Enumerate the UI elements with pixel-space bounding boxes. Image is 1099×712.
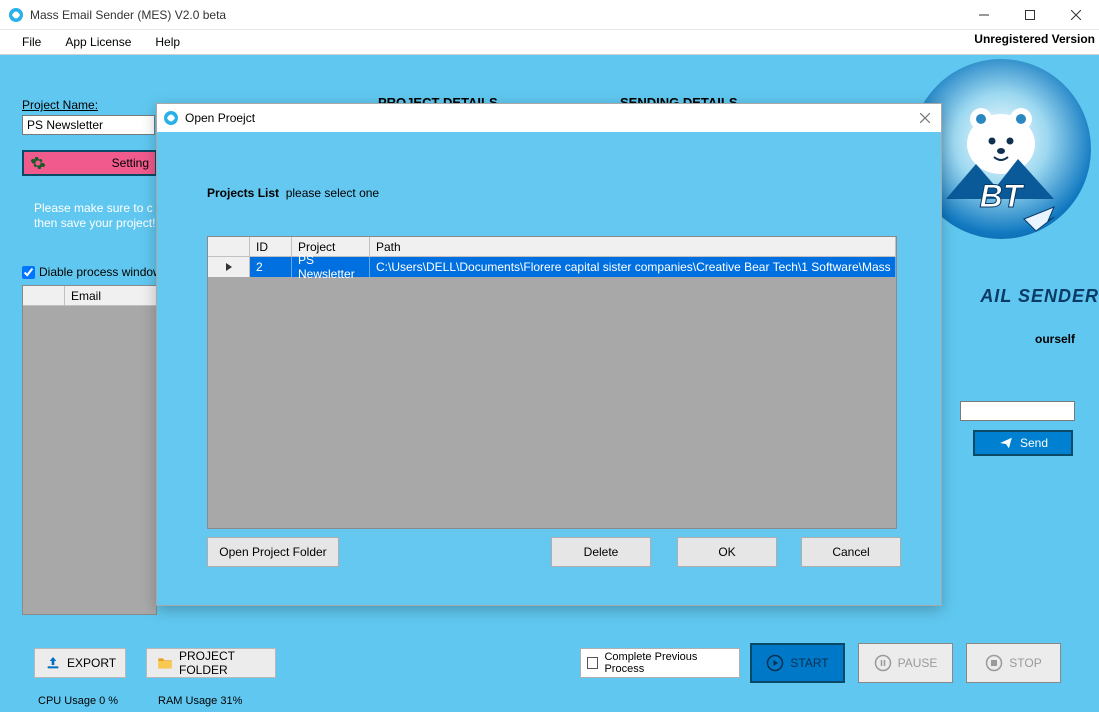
start-button[interactable]: START <box>750 643 845 683</box>
table-row[interactable]: 2 PS Newsletter C:\Users\DELL\Documents\… <box>208 257 896 277</box>
window-controls <box>961 0 1099 30</box>
pause-icon <box>874 654 892 672</box>
maximize-button[interactable] <box>1007 0 1053 30</box>
menu-file[interactable]: File <box>10 30 53 54</box>
project-name-label: Project Name: <box>22 98 98 112</box>
checkbox-box[interactable] <box>587 657 598 669</box>
project-folder-button[interactable]: PROJECT FOLDER <box>146 648 276 678</box>
projects-list-label: Projects List please select one <box>207 186 379 200</box>
logo-text: AIL SENDER <box>939 285 1099 307</box>
folder-icon <box>157 656 173 670</box>
complete-previous-label: Complete Previous Process <box>604 651 733 675</box>
email-grid-header: Email <box>23 286 156 306</box>
open-project-folder-button[interactable]: Open Project Folder <box>207 537 339 567</box>
export-label: EXPORT <box>67 656 116 670</box>
stop-label: STOP <box>1009 656 1041 670</box>
disable-process-label: Diable process window <box>39 265 162 279</box>
grid-col-selector <box>208 237 250 257</box>
minimize-button[interactable] <box>961 0 1007 30</box>
test-email-input[interactable] <box>960 401 1075 421</box>
yourself-label: ourself <box>1035 332 1075 346</box>
open-project-dialog: Open Proejct Projects List please select… <box>156 103 942 606</box>
send-button-label: Send <box>1020 436 1048 450</box>
email-grid-col-email[interactable]: Email <box>65 286 156 306</box>
project-folder-label: PROJECT FOLDER <box>179 649 265 677</box>
svg-text:BT: BT <box>980 178 1025 214</box>
grid-col-path[interactable]: Path <box>370 237 896 257</box>
dialog-title: Open Proejct <box>185 111 255 125</box>
title-bar: Mass Email Sender (MES) V2.0 beta <box>0 0 1099 30</box>
dialog-body: Projects List please select one ID Proje… <box>157 132 941 605</box>
window-title: Mass Email Sender (MES) V2.0 beta <box>30 8 226 22</box>
settings-button[interactable]: Setting <box>22 150 157 176</box>
row-path: C:\Users\DELL\Documents\Florere capital … <box>370 257 896 277</box>
disable-process-checkbox[interactable]: Diable process window <box>22 265 162 279</box>
project-name-input[interactable] <box>22 115 155 135</box>
menu-bar: File App License Help Unregistered Versi… <box>0 30 1099 55</box>
app-icon <box>8 7 24 23</box>
settings-button-label: Setting <box>46 156 155 170</box>
dialog-title-bar: Open Proejct <box>157 104 941 132</box>
start-label: START <box>790 656 828 670</box>
row-project: PS Newsletter <box>292 257 370 277</box>
dialog-icon <box>163 110 179 126</box>
ok-button[interactable]: OK <box>677 537 777 567</box>
row-id: 2 <box>250 257 292 277</box>
dialog-close-button[interactable] <box>915 108 935 128</box>
export-button[interactable]: EXPORT <box>34 648 126 678</box>
email-grid[interactable]: Email <box>22 285 157 615</box>
close-button[interactable] <box>1053 0 1099 30</box>
stop-icon <box>985 654 1003 672</box>
gear-icon <box>30 155 46 171</box>
cpu-usage-label: CPU Usage 0 % <box>38 695 118 707</box>
email-grid-corner <box>23 286 65 306</box>
menu-app-license[interactable]: App License <box>53 30 143 54</box>
play-icon <box>766 654 784 672</box>
upload-icon <box>45 655 61 671</box>
paper-plane-icon <box>998 436 1014 450</box>
disable-process-checkbox-input[interactable] <box>22 266 35 279</box>
send-button[interactable]: Send <box>973 430 1073 456</box>
version-badge: Unregistered Version <box>974 32 1095 46</box>
projects-grid[interactable]: ID Project Path 2 PS Newsletter C:\Users… <box>207 236 897 529</box>
cancel-button[interactable]: Cancel <box>801 537 901 567</box>
grid-col-id[interactable]: ID <box>250 237 292 257</box>
ram-usage-label: RAM Usage 31% <box>158 695 242 707</box>
row-indicator <box>208 257 250 277</box>
main-window: Mass Email Sender (MES) V2.0 beta File A… <box>0 0 1099 712</box>
pause-label: PAUSE <box>898 656 938 670</box>
delete-button[interactable]: Delete <box>551 537 651 567</box>
pause-button[interactable]: PAUSE <box>858 643 953 683</box>
stop-button[interactable]: STOP <box>966 643 1061 683</box>
complete-previous-checkbox[interactable]: Complete Previous Process <box>580 648 740 678</box>
menu-help[interactable]: Help <box>143 30 192 54</box>
bear-logo-icon: BT <box>926 89 1076 239</box>
